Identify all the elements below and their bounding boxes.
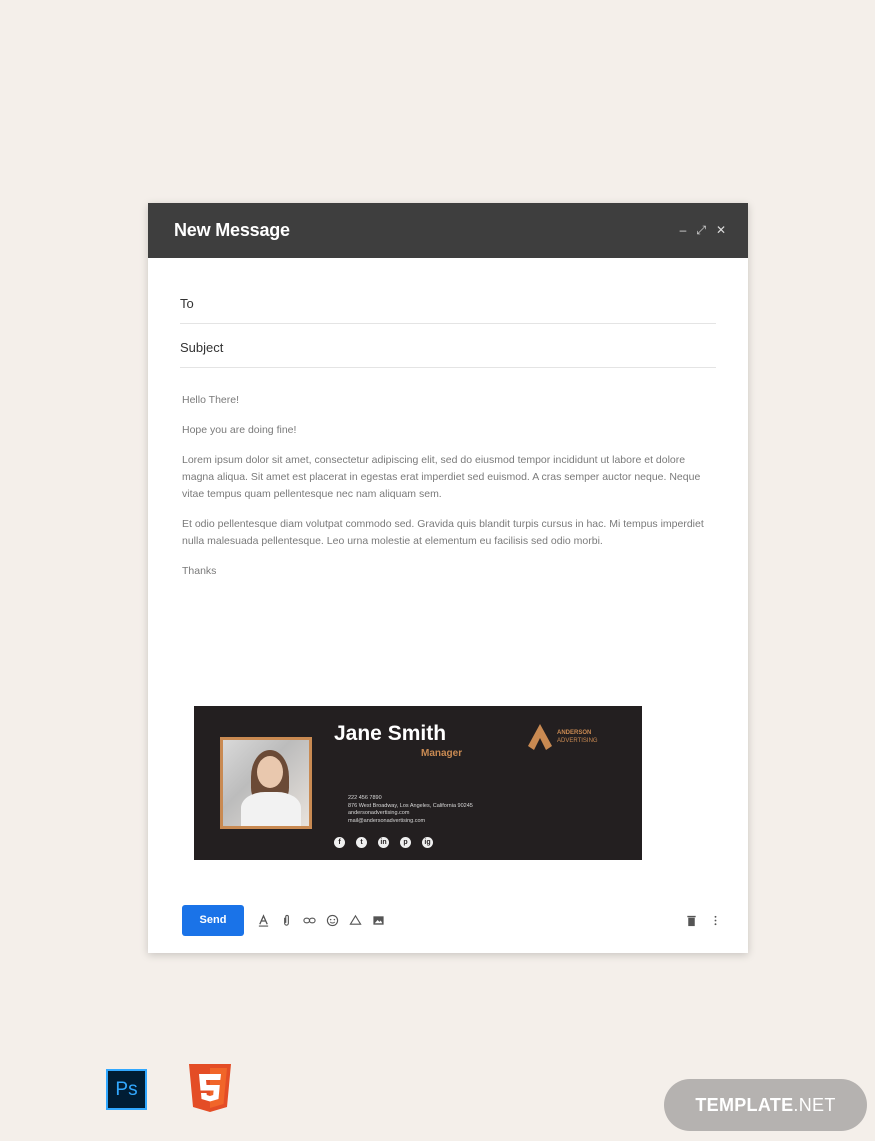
subject-field[interactable]: Subject <box>180 324 716 368</box>
twitter-icon[interactable]: t <box>356 837 367 848</box>
secondary-tools <box>684 913 722 927</box>
contact-website[interactable]: andersonadvertising.com <box>348 810 473 818</box>
company-subname: ADVERTISING <box>557 738 598 744</box>
minimize-icon[interactable]: – <box>680 223 687 238</box>
html5-icon <box>189 1064 231 1112</box>
body-line: Hope you are doing fine! <box>182 424 297 436</box>
company-logo-icon <box>528 724 552 750</box>
compose-titlebar: New Message – ⤢ ✕ <box>148 203 748 258</box>
greeting: Hello There! <box>182 394 240 406</box>
subject-input[interactable] <box>231 340 716 355</box>
emoji-icon[interactable] <box>325 913 339 927</box>
social-links: f t in p ig <box>334 837 433 848</box>
close-icon[interactable]: ✕ <box>716 223 726 238</box>
instagram-icon[interactable]: ig <box>422 837 433 848</box>
company-logo: ANDERSON ADVERTISING <box>528 724 598 750</box>
drive-icon[interactable] <box>348 913 362 927</box>
more-options-icon[interactable] <box>708 913 722 927</box>
expand-icon[interactable]: ⤢ <box>696 223 706 238</box>
email-signature: Jane Smith Manager ANDERSON ADVERTISING … <box>194 706 642 860</box>
compose-toolbar: Send <box>182 904 722 936</box>
signature-name: Jane Smith <box>334 722 447 745</box>
attach-icon[interactable] <box>279 913 293 927</box>
trash-icon[interactable] <box>684 913 698 927</box>
signature-role: Manager <box>421 748 463 759</box>
compose-window: New Message – ⤢ ✕ To Subject Hello There… <box>148 203 748 953</box>
image-icon[interactable] <box>371 913 385 927</box>
linkedin-icon[interactable]: in <box>378 837 389 848</box>
link-icon[interactable] <box>302 913 316 927</box>
to-label: To <box>180 296 194 311</box>
brand-logo: TEMPLATE .NET <box>664 1079 867 1131</box>
to-field[interactable]: To <box>180 258 716 324</box>
formatting-tools <box>256 913 385 927</box>
subject-label: Subject <box>180 340 224 355</box>
profile-photo <box>220 737 312 829</box>
send-button[interactable]: Send <box>182 904 244 936</box>
body-paragraph: Et odio pellentesque diam volutpat commo… <box>182 518 704 547</box>
company-name: ANDERSON <box>557 730 592 736</box>
message-body[interactable]: Hello There! Hope you are doing fine! Lo… <box>182 392 716 580</box>
contact-email[interactable]: mail@andersonadvertising.com <box>348 818 473 826</box>
contact-details: 222 456 7890 876 West Broadway, Los Ange… <box>348 795 473 825</box>
compose-title: New Message <box>174 220 290 240</box>
window-controls: – ⤢ ✕ <box>680 223 726 238</box>
photoshop-icon: Ps <box>106 1069 147 1110</box>
closing: Thanks <box>182 565 217 577</box>
brand-main: TEMPLATE <box>695 1094 794 1115</box>
contact-address: 876 West Broadway, Los Angeles, Californ… <box>348 802 473 809</box>
pinterest-icon[interactable]: p <box>400 837 411 848</box>
contact-phone: 222 456 7890 <box>348 795 382 801</box>
body-paragraph: Lorem ipsum dolor sit amet, consectetur … <box>182 454 701 500</box>
to-input[interactable] <box>201 296 716 311</box>
brand-suffix: .NET <box>793 1094 836 1115</box>
facebook-icon[interactable]: f <box>334 837 345 848</box>
text-format-icon[interactable] <box>256 913 270 927</box>
